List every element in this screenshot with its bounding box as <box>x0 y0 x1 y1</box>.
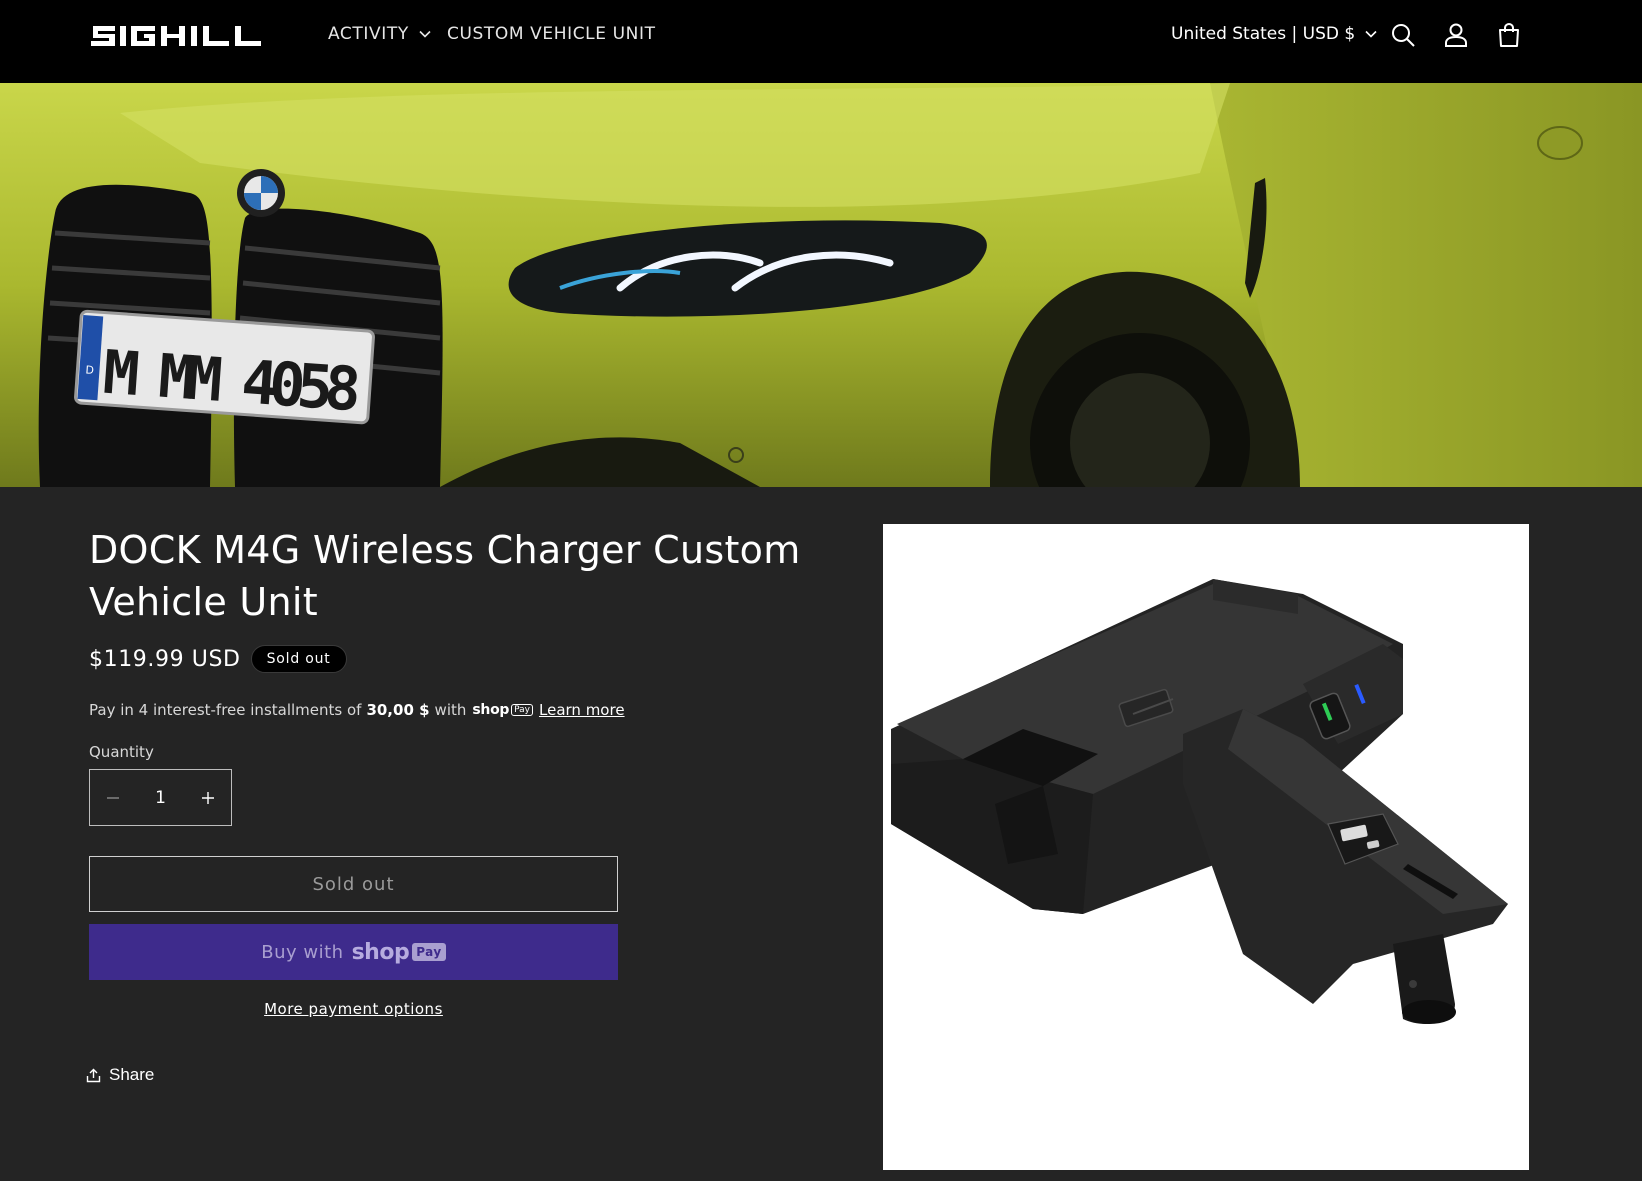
more-payment-options-link[interactable]: More payment options <box>89 1000 618 1018</box>
plus-icon <box>202 791 214 804</box>
cart-icon[interactable] <box>1495 21 1523 49</box>
sighill-logo[interactable] <box>89 22 282 50</box>
account-icon[interactable] <box>1442 21 1470 49</box>
logo-wordmark <box>91 26 261 46</box>
installments-with: with <box>434 701 467 719</box>
installments-prefix: Pay in 4 interest-free installments of <box>89 701 362 719</box>
plate-country: D <box>85 363 94 377</box>
nav-activity[interactable]: ACTIVITY <box>328 24 431 44</box>
product-title: DOCK M4G Wireless Charger Custom Vehicle… <box>89 528 801 624</box>
shoppay-logo-word: shop <box>472 702 510 718</box>
nav-custom-label: CUSTOM VEHICLE UNIT <box>447 24 656 44</box>
installments-text: Pay in 4 interest-free installments of 3… <box>89 701 625 719</box>
quantity-increase-button[interactable] <box>185 770 231 825</box>
quantity-input[interactable] <box>136 770 185 825</box>
chevron-down-icon <box>419 30 431 38</box>
quantity-label: Quantity <box>89 743 154 761</box>
share-icon <box>86 1068 101 1082</box>
share-label: Share <box>109 1065 155 1084</box>
product-image[interactable] <box>883 524 1529 1170</box>
buy-pay-box: Pay <box>412 943 446 961</box>
buy-with-label: Buy with <box>261 941 344 963</box>
minus-icon <box>107 796 119 799</box>
site-header: ACTIVITY CUSTOM VEHICLE UNIT United Stat… <box>0 0 1642 83</box>
hero-car-illustration: D M MM 4058 <box>0 83 1642 487</box>
currency-selector[interactable]: United States | USD $ <box>1171 24 1377 44</box>
quantity-decrease-button[interactable] <box>90 770 136 825</box>
price-row: $119.99 USD Sold out <box>89 645 347 673</box>
search-icon[interactable] <box>1389 21 1417 49</box>
chevron-down-icon <box>1365 30 1377 38</box>
installments-amount: 30,00 $ <box>366 701 430 719</box>
sold-out-button[interactable]: Sold out <box>89 856 618 912</box>
currency-label: United States | USD $ <box>1171 24 1356 44</box>
nav-activity-label: ACTIVITY <box>328 24 409 44</box>
shoppay-logo: shop Pay <box>472 702 533 718</box>
buy-shop-word: shop <box>351 939 410 965</box>
nav-custom-vehicle-unit[interactable]: CUSTOM VEHICLE UNIT <box>447 24 656 44</box>
charger-dock-illustration <box>891 579 1508 1024</box>
learn-more-link[interactable]: Learn more <box>539 701 625 719</box>
share-button[interactable]: Share <box>86 1065 154 1085</box>
hero-banner-car-image: D M MM 4058 <box>0 83 1642 487</box>
shoppay-logo-pay: Pay <box>511 704 533 716</box>
sold-out-badge: Sold out <box>250 645 347 673</box>
quantity-stepper <box>89 769 232 826</box>
product-price: $119.99 USD <box>89 646 241 672</box>
buy-with-shoppay-button[interactable]: Buy with shop Pay <box>89 924 618 980</box>
